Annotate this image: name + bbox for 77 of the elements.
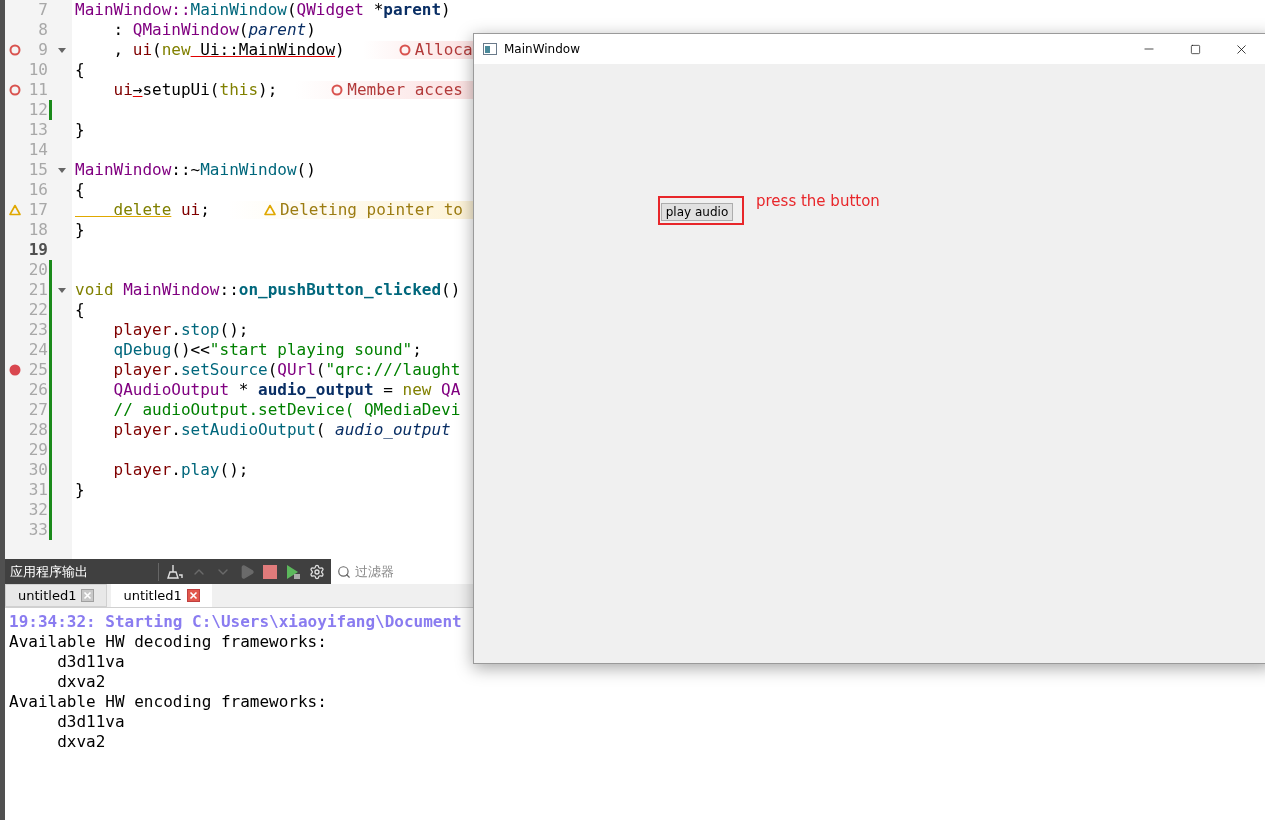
line-number: 22 <box>28 300 48 320</box>
line-number: 32 <box>28 500 48 520</box>
output-line: d3d11va <box>56 652 126 672</box>
debug-run-icon[interactable] <box>285 563 301 580</box>
code-line: player.play(); <box>112 460 249 480</box>
code-line: { <box>75 300 85 320</box>
code-line: ui→setupUi(this); <box>112 80 278 100</box>
fold-arrow-icon[interactable] <box>58 47 66 53</box>
code-line: : QMainWindow(parent) <box>112 20 316 40</box>
output-line: Available HW encoding frameworks: <box>9 692 328 712</box>
output-line: d3d11va <box>56 712 126 732</box>
code-line: delete ui; <box>112 200 210 220</box>
output-line: Available HW decoding frameworks: <box>9 632 328 652</box>
code-line: { <box>75 180 85 200</box>
line-number: 29 <box>28 440 48 460</box>
line-number: 12 <box>28 100 48 120</box>
line-number: 27 <box>28 400 48 420</box>
line-number: 16 <box>28 180 48 200</box>
filter-field[interactable]: 过滤器 <box>331 559 474 584</box>
line-number: 20 <box>28 260 48 280</box>
close-icon[interactable] <box>186 589 200 602</box>
output-line: dxva2 <box>56 732 107 752</box>
line-number: 24 <box>28 340 48 360</box>
line-number: 15 <box>28 160 48 180</box>
line-number: 30 <box>28 460 48 480</box>
line-number: 18 <box>28 220 48 240</box>
stop-icon[interactable] <box>263 564 277 579</box>
code-line: { <box>75 60 85 80</box>
status-message: 19:34:32: Starting C:\Users\xiaoyifang\Document <box>9 612 463 632</box>
code-line: MainWindow::~MainWindow() <box>75 160 316 180</box>
line-number: 21 <box>28 280 48 300</box>
code-line: MainWindow::MainWindow(QWidget *parent) <box>75 0 451 20</box>
line-number: 23 <box>28 320 48 340</box>
code-line: qDebug()<<"start playing sound"; <box>112 340 422 360</box>
output-tab[interactable]: untitled1 <box>111 584 212 607</box>
line-number: 11 <box>28 80 48 100</box>
line-number: 8 <box>38 20 48 40</box>
code-line: player.stop(); <box>112 320 249 340</box>
line-number: 10 <box>28 60 48 80</box>
line-number: 33 <box>28 520 48 540</box>
breakpoint-icon[interactable] <box>8 364 21 376</box>
window-icon <box>483 43 497 55</box>
code-line: player.setAudioOutput( audio_output <box>112 420 451 440</box>
line-number: 7 <box>38 0 48 20</box>
line-number: 25 <box>28 360 48 380</box>
line-number: 9 <box>38 40 48 60</box>
fold-arrow-icon[interactable] <box>58 287 66 293</box>
code-line: // audioOutput.setDevice( QMediaDevi <box>112 400 461 420</box>
search-icon <box>337 565 351 579</box>
settings-icon[interactable] <box>309 563 325 580</box>
line-number: 17 <box>28 200 48 220</box>
pane-title: 应用程序输出 <box>9 562 89 581</box>
line-number: 19 <box>28 240 48 260</box>
code-line: QAudioOutput * audio_output = new QA <box>112 380 461 400</box>
line-number: 28 <box>28 420 48 440</box>
play-audio-button[interactable]: play audio <box>661 203 733 221</box>
maximize-icon <box>1189 43 1201 55</box>
annotation-note: press the button <box>756 191 880 212</box>
annotation-text: Deleting pointer to <box>279 200 463 220</box>
code-line: } <box>75 480 85 500</box>
broom-icon[interactable] <box>167 563 183 580</box>
close-icon[interactable] <box>81 589 95 602</box>
code-line: void MainWindow::on_pushButton_clicked() <box>75 280 461 300</box>
output-tab[interactable]: untitled1 <box>5 584 108 607</box>
code-line: } <box>75 120 85 140</box>
output-line: dxva2 <box>56 672 107 692</box>
line-number: 14 <box>28 140 48 160</box>
code-line: } <box>75 220 85 240</box>
annotation-text: Member acces <box>347 80 463 100</box>
line-number: 31 <box>28 480 48 500</box>
window-title: MainWindow <box>504 41 580 58</box>
line-number: 26 <box>28 380 48 400</box>
code-line: , ui(new Ui::MainWindow) <box>112 40 345 60</box>
annotation-text: Alloca <box>414 40 473 60</box>
code-line: player.setSource(QUrl("qrc:///laught <box>112 360 461 380</box>
fold-arrow-icon[interactable] <box>58 167 66 173</box>
line-number: 13 <box>28 120 48 140</box>
